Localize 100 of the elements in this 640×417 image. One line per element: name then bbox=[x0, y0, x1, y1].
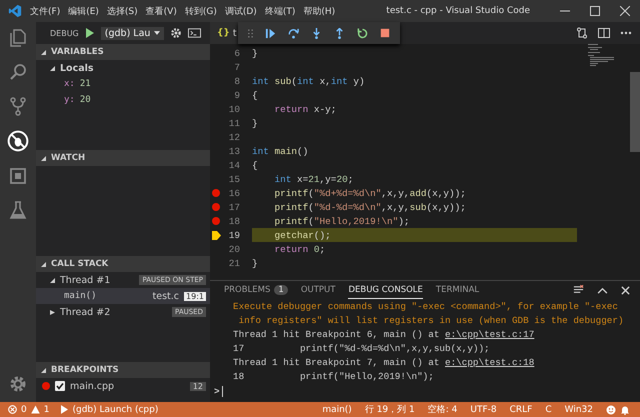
menu-item[interactable]: 帮助(H) bbox=[303, 4, 336, 18]
bell-icon[interactable] bbox=[620, 404, 630, 414]
warning-icon[interactable] bbox=[30, 405, 40, 414]
panel-tab[interactable]: TERMINAL bbox=[436, 281, 480, 299]
line-number: 8 bbox=[233, 76, 240, 86]
status-item[interactable]: C bbox=[545, 404, 552, 414]
status-item[interactable]: UTF-8 bbox=[470, 404, 497, 414]
close-icon[interactable] bbox=[621, 286, 630, 294]
watch-section-header[interactable]: WATCH bbox=[36, 150, 210, 166]
code-line: { bbox=[252, 160, 258, 170]
editor-tab[interactable]: {} t bbox=[210, 22, 239, 44]
restart-icon[interactable] bbox=[357, 28, 368, 38]
menu-item[interactable]: 调试(D) bbox=[224, 4, 257, 18]
code-line: int sub(int x,int y) bbox=[252, 76, 365, 86]
console-line: 17 printf("%d-%d=%d\n",x,y,sub(x,y)); bbox=[233, 342, 490, 354]
status-item[interactable]: 行 19，列 1 bbox=[364, 403, 415, 416]
error-count[interactable]: 0 bbox=[21, 404, 27, 414]
code-line: { bbox=[252, 90, 258, 100]
code-line: } bbox=[252, 118, 258, 128]
debug-icon[interactable] bbox=[7, 130, 29, 152]
error-icon[interactable] bbox=[8, 405, 17, 414]
smiley-icon[interactable] bbox=[606, 404, 616, 414]
step-over-icon[interactable] bbox=[288, 28, 299, 38]
code-line: printf("%d+%d=%d\n",x,y,add(x,y)); bbox=[274, 188, 466, 198]
continue-icon[interactable] bbox=[265, 28, 276, 38]
line-number: 17 bbox=[228, 202, 240, 212]
scrollbar-thumb[interactable] bbox=[630, 72, 640, 152]
status-item[interactable]: CRLF bbox=[510, 404, 532, 414]
warning-count[interactable]: 1 bbox=[44, 404, 50, 414]
expand-arrow-icon[interactable] bbox=[50, 310, 55, 314]
flask-icon[interactable] bbox=[8, 200, 28, 220]
code-line: } bbox=[252, 48, 258, 58]
status-item[interactable]: main() bbox=[322, 404, 352, 414]
frame-position-badge: 19:1 bbox=[184, 292, 206, 300]
menu-item[interactable]: 文件(F) bbox=[30, 4, 60, 18]
step-out-icon[interactable] bbox=[334, 28, 345, 38]
breakpoint-dot-icon[interactable] bbox=[212, 203, 220, 211]
status-item[interactable]: 空格: 4 bbox=[428, 403, 458, 416]
breakpoint-dot-icon[interactable] bbox=[212, 189, 220, 197]
console-prompt: > bbox=[214, 386, 220, 396]
files-icon[interactable] bbox=[8, 28, 28, 48]
console-line: info registers" will list registers in use (when GDB is the debugger) bbox=[238, 314, 624, 326]
file-link[interactable]: e:\cpp\test.c:17 bbox=[445, 328, 534, 340]
line-number: 18 bbox=[228, 216, 240, 226]
breakpoint-file[interactable]: main.cpp bbox=[70, 380, 114, 392]
launch-configuration[interactable]: (gdb) Launch (cpp) bbox=[72, 404, 158, 414]
window-title: test.c - cpp - Visual Studio Code bbox=[386, 6, 530, 16]
breakpoints-section-header[interactable]: BREAKPOINTS bbox=[36, 362, 210, 378]
line-number: 20 bbox=[228, 244, 240, 254]
code-line: printf("%d-%d=%d\n",x,y,sub(x,y)); bbox=[274, 202, 466, 212]
settings-icon[interactable] bbox=[170, 27, 182, 39]
line-number: 11 bbox=[228, 118, 240, 128]
variable-name: y: bbox=[64, 95, 75, 105]
source-control-icon[interactable] bbox=[8, 96, 28, 116]
more-icon[interactable] bbox=[620, 31, 632, 35]
chevron-up-icon[interactable] bbox=[597, 286, 608, 294]
call-stack-section-header[interactable]: CALL STACK bbox=[36, 256, 210, 272]
line-number: 7 bbox=[233, 62, 240, 72]
panel-tab[interactable]: PROBLEMS 1 bbox=[224, 281, 288, 299]
play-icon[interactable] bbox=[61, 405, 68, 414]
maximize-icon[interactable] bbox=[590, 6, 600, 16]
menu-item[interactable]: 编辑(E) bbox=[68, 4, 99, 18]
frame-name: main() bbox=[64, 291, 97, 301]
thread-label[interactable]: Thread #1 bbox=[60, 274, 110, 286]
line-number: 10 bbox=[228, 104, 240, 114]
stop-icon[interactable] bbox=[380, 28, 390, 38]
breakpoint-dot-icon bbox=[42, 382, 50, 390]
search-icon[interactable] bbox=[8, 62, 28, 82]
variables-section-header[interactable]: VARIABLES bbox=[36, 44, 210, 60]
step-into-icon[interactable] bbox=[311, 28, 322, 38]
drag-handle-icon[interactable] bbox=[248, 28, 253, 38]
clear-console-icon[interactable] bbox=[573, 284, 584, 296]
play-icon[interactable] bbox=[84, 28, 95, 38]
menu-item[interactable]: 转到(G) bbox=[184, 4, 217, 18]
terminal-icon[interactable] bbox=[188, 28, 202, 38]
code-line: printf("Hello,2019!\n"); bbox=[274, 216, 410, 226]
file-link[interactable]: e:\cpp\test.c:18 bbox=[445, 356, 534, 368]
expand-arrow-icon[interactable] bbox=[50, 66, 55, 70]
panel-tab[interactable]: OUTPUT bbox=[300, 281, 336, 299]
thread-label[interactable]: Thread #2 bbox=[60, 306, 110, 318]
debug-label: DEBUG bbox=[50, 28, 79, 38]
line-number: 16 bbox=[228, 188, 240, 198]
checkbox[interactable] bbox=[55, 381, 65, 391]
scope-label[interactable]: Locals bbox=[60, 62, 94, 74]
compare-icon[interactable] bbox=[576, 27, 588, 39]
panel-tab[interactable]: DEBUG CONSOLE bbox=[348, 281, 423, 299]
menu-item[interactable]: 选择(S) bbox=[106, 4, 138, 18]
line-number: 13 bbox=[228, 146, 240, 156]
stack-frame-row[interactable]: main() test.c 19:1 bbox=[36, 288, 210, 304]
code-line: return x-y; bbox=[274, 104, 336, 114]
close-icon[interactable] bbox=[620, 6, 630, 16]
configuration-dropdown[interactable]: (gdb) Lau bbox=[100, 26, 164, 40]
console-line: Thread 1 hit Breakpoint 6, main () at e:\cpp\test.c:17 bbox=[233, 328, 534, 340]
menu-item[interactable]: 终端(T) bbox=[264, 4, 296, 18]
frame-file: test.c bbox=[152, 290, 180, 302]
split-editor-icon[interactable] bbox=[598, 27, 610, 39]
status-item[interactable]: Win32 bbox=[564, 404, 593, 414]
menu-item[interactable]: 查看(V) bbox=[146, 4, 177, 18]
breakpoint-dot-icon[interactable] bbox=[212, 217, 220, 225]
expand-arrow-icon[interactable] bbox=[50, 278, 55, 282]
